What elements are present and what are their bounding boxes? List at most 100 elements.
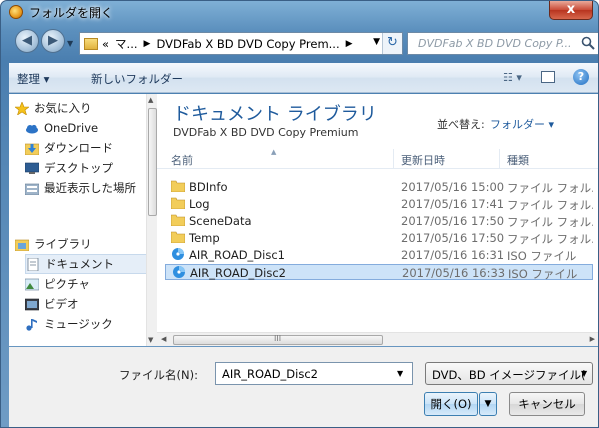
- column-header-date[interactable]: 更新日時: [401, 152, 445, 168]
- cancel-button[interactable]: キャンセル: [509, 392, 585, 416]
- sidebar-item-label: ミュージック: [44, 317, 113, 331]
- sidebar-item-recent[interactable]: 最近表示した場所: [25, 178, 147, 198]
- file-name: Log: [189, 197, 210, 211]
- folder-icon: [171, 231, 185, 243]
- file-row[interactable]: SceneData 2017/05/16 17:50 ファイル フォル...: [165, 213, 593, 229]
- scroll-down-icon[interactable]: ▼: [148, 336, 153, 344]
- file-type: ファイル フォル...: [507, 232, 593, 246]
- recent-places-icon: [25, 183, 39, 195]
- column-divider[interactable]: [499, 149, 500, 169]
- app-icon: [9, 5, 23, 19]
- document-icon: [27, 257, 39, 271]
- scroll-right-icon[interactable]: ▶: [590, 335, 595, 343]
- help-icon[interactable]: ?: [573, 69, 589, 85]
- file-row[interactable]: AIR_ROAD_Disc1 2017/05/16 16:31 ISO ファイル: [165, 247, 593, 263]
- folder-icon: [84, 37, 98, 50]
- search-input[interactable]: DVDFab X BD DVD Copy P...: [407, 32, 598, 55]
- sidebar-item-desktop[interactable]: デスクトップ: [25, 158, 147, 178]
- column-header-type[interactable]: 種類: [507, 152, 529, 168]
- column-header-name[interactable]: 名前: [171, 152, 193, 168]
- breadcrumb-parent[interactable]: マ...: [115, 36, 137, 52]
- open-options-dropdown-icon[interactable]: ▼: [479, 392, 497, 416]
- sidebar-item-label: ドキュメント: [45, 257, 114, 271]
- sidebar-item-label: 最近表示した場所: [44, 181, 136, 195]
- folder-icon: [171, 214, 185, 226]
- file-date: 2017/05/16 17:41: [401, 197, 505, 211]
- file-row[interactable]: Temp 2017/05/16 17:50 ファイル フォル...: [165, 230, 593, 246]
- video-icon: [25, 298, 39, 310]
- sidebar-item-music[interactable]: ミュージック: [25, 314, 147, 334]
- open-button[interactable]: 開く(O): [424, 392, 478, 416]
- filename-label: ファイル名(N):: [119, 368, 198, 382]
- back-button[interactable]: ◀: [15, 29, 39, 53]
- sidebar-item-videos[interactable]: ビデオ: [25, 294, 147, 314]
- library-icon: [15, 239, 29, 251]
- sidebar-item-label: ライブラリ: [34, 237, 92, 251]
- sidebar-item-label: ダウンロード: [44, 141, 113, 155]
- file-type-select[interactable]: DVD、BD イメージファイル(: [425, 362, 593, 385]
- column-headers: ▲ 名前 更新日時 種類: [157, 148, 598, 169]
- preview-pane-icon[interactable]: [541, 71, 555, 83]
- cloud-icon: [26, 124, 38, 133]
- breadcrumb-overflow[interactable]: «: [102, 37, 109, 51]
- navigation-pane: お気に入り OneDrive ダウンロード デスクトップ 最近表示した場所 ライ…: [9, 94, 157, 346]
- scroll-left-icon[interactable]: ◀: [161, 335, 166, 343]
- star-icon: [15, 101, 29, 115]
- arrange-by-label: 並べ替え:: [437, 118, 485, 131]
- command-bar: 整理 ▾ 新しいフォルダー ☷ ▾ ?: [9, 63, 598, 93]
- scroll-thumb[interactable]: [148, 108, 157, 216]
- scroll-up-icon[interactable]: ▲: [148, 96, 153, 104]
- views-icon[interactable]: ☷ ▾: [503, 71, 522, 84]
- disc-image-icon: [172, 248, 184, 260]
- close-button[interactable]: x: [549, 1, 593, 20]
- file-date: 2017/05/16 16:33: [402, 266, 506, 280]
- desktop-icon: [25, 162, 39, 174]
- new-folder-button[interactable]: 新しいフォルダー: [91, 71, 183, 87]
- sidebar-item-label: OneDrive: [44, 121, 99, 135]
- sidebar-item-favorites[interactable]: お気に入り: [15, 98, 147, 118]
- sidebar-item-label: デスクトップ: [44, 161, 113, 175]
- file-row[interactable]: Log 2017/05/16 17:41 ファイル フォル...: [165, 196, 593, 212]
- breadcrumb-separator-icon[interactable]: ▶: [346, 39, 353, 49]
- file-date: 2017/05/16 16:31: [401, 248, 505, 262]
- column-divider[interactable]: [393, 149, 394, 169]
- file-type: ファイル フォル...: [507, 215, 593, 229]
- arrange-by-dropdown[interactable]: フォルダー ▾: [490, 116, 554, 132]
- address-dropdown-icon[interactable]: ▼: [373, 37, 380, 47]
- sidebar-item-onedrive[interactable]: OneDrive: [25, 118, 147, 138]
- file-date: 2017/05/16 15:00: [401, 180, 505, 194]
- breadcrumb-current[interactable]: DVDFab X BD DVD Copy Prem...: [156, 37, 339, 51]
- file-name: BDInfo: [189, 180, 228, 194]
- sidebar-item-documents[interactable]: ドキュメント: [25, 254, 147, 274]
- open-folder-dialog: フォルダを開く x ◀ ▶ ▼ « マ... ▶ DVDFab X BD DVD…: [0, 0, 599, 428]
- sidebar-item-pictures[interactable]: ピクチャ: [25, 274, 147, 294]
- file-row-selected[interactable]: AIR_ROAD_Disc2 2017/05/16 16:33 ISO ファイル: [165, 264, 593, 281]
- file-row[interactable]: BDInfo 2017/05/16 15:00 ファイル フォル...: [165, 179, 593, 195]
- library-subtitle: DVDFab X BD DVD Copy Premium: [173, 126, 359, 139]
- sidebar-item-label: ピクチャ: [44, 277, 90, 291]
- file-type: ISO ファイル: [507, 249, 577, 263]
- file-list-horizontal-scrollbar[interactable]: ◀ III ▶: [157, 332, 598, 346]
- title-bar: フォルダを開く x: [1, 1, 598, 23]
- file-name: SceneData: [189, 214, 252, 228]
- filename-dropdown-icon[interactable]: ▼: [397, 369, 403, 378]
- sidebar-item-libraries[interactable]: ライブラリ: [15, 234, 147, 254]
- refresh-button[interactable]: ↻: [382, 33, 402, 54]
- scroll-thumb[interactable]: III: [173, 334, 383, 345]
- disc-image-icon: [173, 266, 185, 278]
- search-icon[interactable]: [581, 36, 595, 50]
- breadcrumb-separator-icon[interactable]: ▶: [144, 39, 151, 49]
- picture-icon: [25, 278, 39, 290]
- file-type-dropdown-icon[interactable]: ▼: [581, 369, 587, 378]
- file-list-pane: ドキュメント ライブラリ DVDFab X BD DVD Copy Premiu…: [157, 94, 598, 346]
- filename-input[interactable]: AIR_ROAD_Disc2: [215, 362, 413, 385]
- history-dropdown-icon[interactable]: ▼: [67, 39, 75, 48]
- address-bar[interactable]: « マ... ▶ DVDFab X BD DVD Copy Prem... ▶ …: [79, 32, 403, 55]
- file-name: AIR_ROAD_Disc2: [190, 266, 286, 280]
- organize-button[interactable]: 整理 ▾: [17, 71, 49, 87]
- sidebar-item-downloads[interactable]: ダウンロード: [25, 138, 147, 158]
- file-type: ISO ファイル: [508, 267, 578, 281]
- file-date: 2017/05/16 17:50: [401, 231, 505, 245]
- forward-button[interactable]: ▶: [41, 29, 65, 53]
- sidebar-scrollbar[interactable]: ▲ ▼: [146, 94, 157, 346]
